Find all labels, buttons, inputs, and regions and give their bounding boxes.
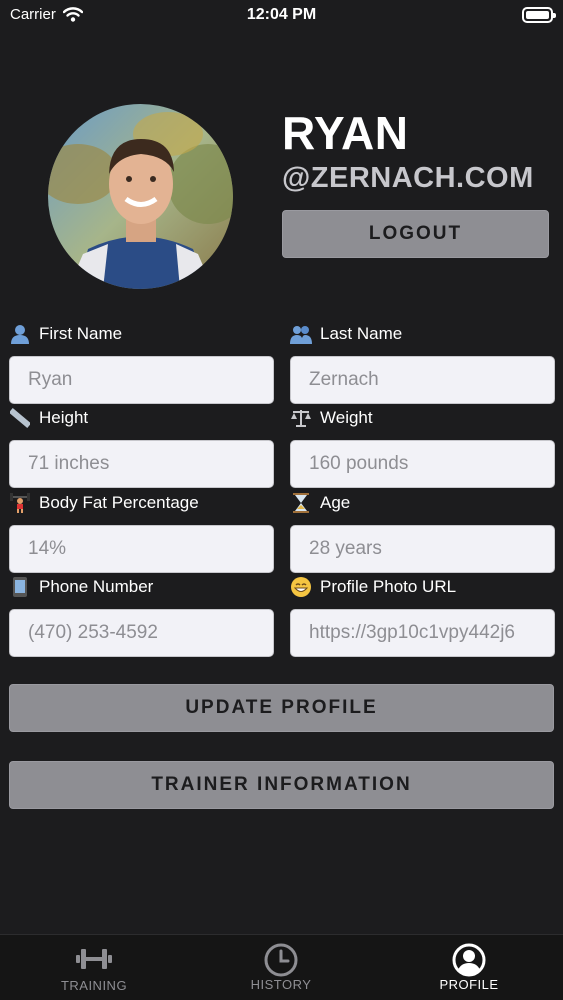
- photo-url-field: Profile Photo URL: [290, 574, 555, 657]
- age-label: Age: [320, 493, 351, 512]
- logout-button[interactable]: LOGOUT: [282, 210, 549, 258]
- last-name-label: Last Name: [320, 324, 403, 343]
- battery-icon: [522, 7, 556, 23]
- tab-training-label: TRAINING: [60, 978, 128, 993]
- weight-label: Weight: [320, 408, 373, 427]
- height-field: Height: [9, 405, 274, 488]
- phone-field: Phone Number: [9, 574, 274, 657]
- photo-url-label: Profile Photo URL: [320, 577, 457, 596]
- status-bar: Carrier 12:04 PM: [0, 0, 563, 32]
- weight-input[interactable]: [290, 440, 555, 488]
- age-input[interactable]: [290, 525, 555, 573]
- weightlifter-icon: [9, 492, 31, 514]
- tab-profile[interactable]: PROFILE: [375, 935, 563, 1000]
- trainer-information-button[interactable]: TRAINER INFORMATION: [9, 761, 554, 809]
- body-fat-input[interactable]: [9, 525, 274, 573]
- height-label: Height: [39, 408, 89, 427]
- last-name-input[interactable]: [290, 356, 555, 404]
- person-icon: [9, 323, 31, 345]
- body-fat-field: Body Fat Percentage: [9, 490, 274, 573]
- grinning-face-icon: [290, 576, 312, 598]
- tab-history-label: HISTORY: [250, 977, 312, 992]
- people-icon: [290, 323, 312, 345]
- height-input[interactable]: [9, 440, 274, 488]
- weight-field: Weight: [290, 405, 555, 488]
- hourglass-icon: [290, 492, 312, 514]
- profile-avatar: [48, 104, 233, 289]
- profile-domain: @ZERNACH.COM: [282, 162, 534, 194]
- first-name-field: First Name: [9, 321, 274, 404]
- first-name-label: First Name: [39, 324, 123, 343]
- phone-label: Phone Number: [39, 577, 154, 596]
- dumbbell-icon: [76, 949, 112, 969]
- tab-profile-label: PROFILE: [439, 977, 499, 992]
- last-name-field: Last Name: [290, 321, 555, 404]
- phone-input[interactable]: [9, 609, 274, 657]
- update-profile-button[interactable]: UPDATE PROFILE: [9, 684, 554, 732]
- tab-bar: TRAINING HISTORY PROFILE: [0, 934, 563, 1000]
- tab-training[interactable]: TRAINING: [0, 935, 188, 1000]
- first-name-input[interactable]: [9, 356, 274, 404]
- clock-icon: [264, 943, 298, 977]
- ruler-icon: [9, 407, 31, 429]
- user-circle-icon: [452, 943, 486, 977]
- age-field: Age: [290, 490, 555, 573]
- body-fat-label: Body Fat Percentage: [39, 493, 199, 512]
- status-time: 12:04 PM: [246, 6, 317, 23]
- tab-history[interactable]: HISTORY: [187, 935, 375, 1000]
- scales-icon: [290, 407, 312, 429]
- profile-name: RYAN: [282, 107, 409, 159]
- photo-url-input[interactable]: [290, 609, 555, 657]
- mobile-phone-icon: [9, 576, 31, 598]
